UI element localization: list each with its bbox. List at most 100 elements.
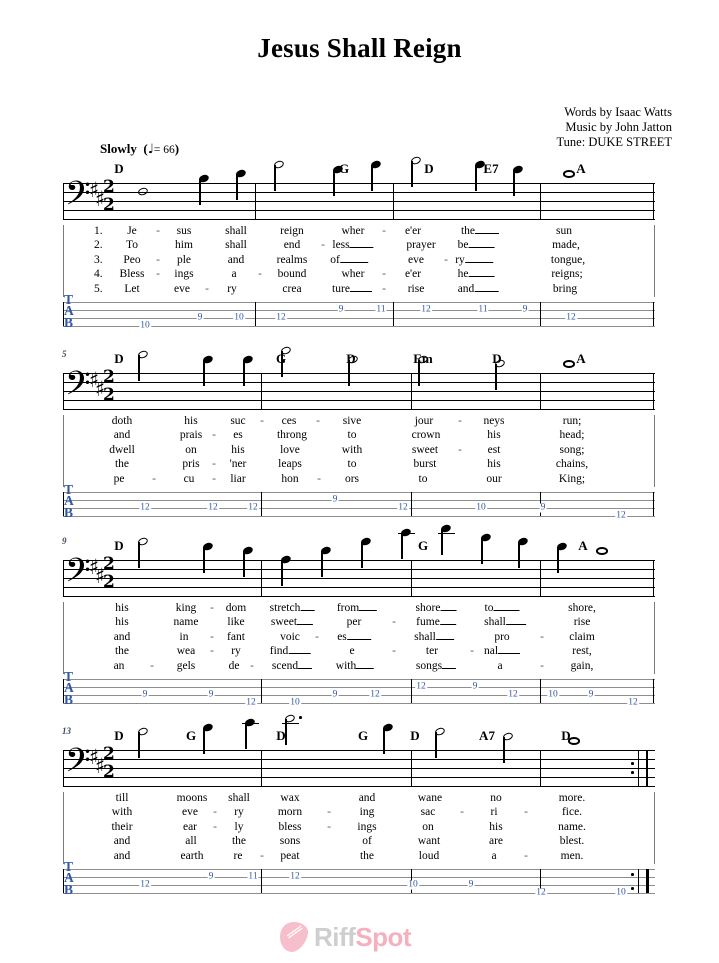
lyric-text: name [173, 616, 199, 629]
lyric-syllable: est [488, 444, 501, 456]
lyric-text: fice. [561, 806, 583, 819]
tab-line [63, 892, 655, 894]
staff-line [63, 183, 655, 184]
barline [393, 183, 394, 220]
lyric-syllable: his [231, 444, 244, 456]
lyric-hyphen: - [250, 659, 254, 672]
lyric-text: to [347, 458, 357, 471]
lyric-syllable: on [185, 444, 197, 456]
barline [411, 560, 412, 597]
tab-barline [411, 678, 412, 703]
lyric-text: realms [276, 253, 308, 266]
credit-words: Words by Isaac Watts [564, 105, 672, 119]
lyric-syllable: till [116, 792, 129, 804]
tab-fret-number: 12 [397, 502, 409, 513]
lyric-syllable: end [284, 239, 301, 251]
lyric-syllable: hon [281, 473, 298, 485]
staff-system-4: 13 D G D G D A7 D 𝄢 ♯ ♯ 2 2 till moons shall wax and wane n… [0, 713, 719, 904]
tab-fret-number: 9 [207, 871, 215, 882]
tab-fret-number: 12 [139, 879, 151, 890]
lyric-syllable: fume [416, 616, 456, 628]
tab-barline [261, 491, 262, 516]
lyric-syllable: from [336, 602, 378, 614]
lyric-syllable: blest. [560, 835, 585, 847]
lyric-text: to [418, 472, 428, 485]
lyric-hyphen: - [260, 415, 264, 427]
time-sig-top: 2 [103, 744, 115, 764]
chord-symbol: G [185, 728, 197, 743]
lyric-extender [468, 239, 495, 249]
verse-number: 4. [94, 268, 103, 281]
staff-line [63, 569, 655, 570]
tab-fret-number: 10 [139, 320, 151, 331]
lyric-syllable: with [112, 806, 132, 818]
tab-fret-number: 12 [627, 697, 639, 708]
lyric-syllable: wher [342, 268, 365, 280]
lyric-syllable: the [115, 458, 129, 470]
lyric-extender [349, 283, 372, 292]
lyric-syllable: shall [484, 616, 526, 628]
tab-barline [638, 868, 639, 893]
lyric-text: rest, [572, 645, 592, 658]
lyric-syllable: cu [184, 473, 195, 485]
lyric-text: loud [418, 849, 440, 862]
lyric-text: es [233, 429, 243, 442]
lyric-text: ly [234, 820, 244, 833]
lyric-text: to [484, 602, 494, 614]
lyric-text: dom [225, 602, 247, 614]
lyric-text: sweet [411, 443, 439, 456]
lyric-hyphen: - [540, 659, 544, 672]
lyric-syllable: voic [280, 631, 300, 643]
staff-line [63, 578, 655, 579]
lyric-text: with [341, 443, 363, 456]
lyric-text: fant [227, 630, 245, 643]
lyric-syllable: claim [569, 631, 595, 643]
chord-symbol: D [114, 161, 124, 176]
lyric-text: ings [174, 268, 194, 281]
lyric-hyphen: - [382, 225, 386, 237]
lyric-verse-row: and in fant voic es shall pro claim [64, 631, 654, 645]
lyric-syllable: ry [234, 806, 244, 818]
tab-line [63, 301, 655, 303]
lyric-syllable: ple [177, 254, 191, 266]
lyric-syllable: like [227, 616, 244, 628]
lyric-hyphen: - [210, 602, 214, 614]
lyric-syllable: sive [343, 415, 362, 427]
lyric-syllable: shore, [568, 602, 596, 614]
lyric-text: shore, [568, 602, 596, 614]
barline [261, 560, 262, 597]
lyric-syllable: to [485, 602, 520, 614]
tab-fret-number: 9 [196, 312, 204, 323]
tempo-word: Slowly [100, 141, 137, 156]
tab-fret-number: 9 [521, 304, 529, 315]
tab-fret-number: 12 [369, 689, 381, 700]
staff-system-1: D G D E7 A 𝄢 ♯ ♯ 2 2 1. Je sus shall reign wher e'er the s… [0, 155, 719, 337]
note-stem [245, 723, 247, 749]
lyric-syllable: dwell [109, 444, 135, 456]
bass-clef-icon: 𝄢 [65, 552, 91, 598]
tab-line [63, 678, 655, 680]
lyric-syllable: morn [278, 806, 302, 818]
lyric-syllable: wea [177, 645, 196, 657]
lyric-text: from [336, 602, 360, 614]
lyric-text: his [184, 415, 198, 427]
lyric-text: his [489, 820, 503, 833]
lyric-text: bless [278, 820, 302, 833]
note-stem [481, 537, 483, 564]
barline [540, 373, 541, 410]
lyric-syllable: and [359, 792, 376, 804]
tab-fret-number: 11 [375, 304, 387, 315]
lyric-text: King; [558, 472, 586, 485]
tablature-staff: T A B 12 12 12 9 12 10 9 12 [63, 482, 655, 527]
lyric-text: nal [483, 645, 499, 658]
lyric-text: want [417, 835, 441, 848]
lyric-text: shore [415, 602, 441, 614]
lyric-hyphen: - [458, 443, 462, 456]
lyric-text: de [228, 659, 240, 672]
lyric-syllable: king [176, 602, 196, 614]
lyric-syllable: of [330, 254, 368, 266]
tab-barline [261, 678, 262, 703]
lyric-text: ear [182, 820, 198, 833]
lyrics-block: his king dom stretch from shore to shore, his nam… [63, 602, 655, 674]
lyric-syllable: run; [563, 415, 582, 427]
